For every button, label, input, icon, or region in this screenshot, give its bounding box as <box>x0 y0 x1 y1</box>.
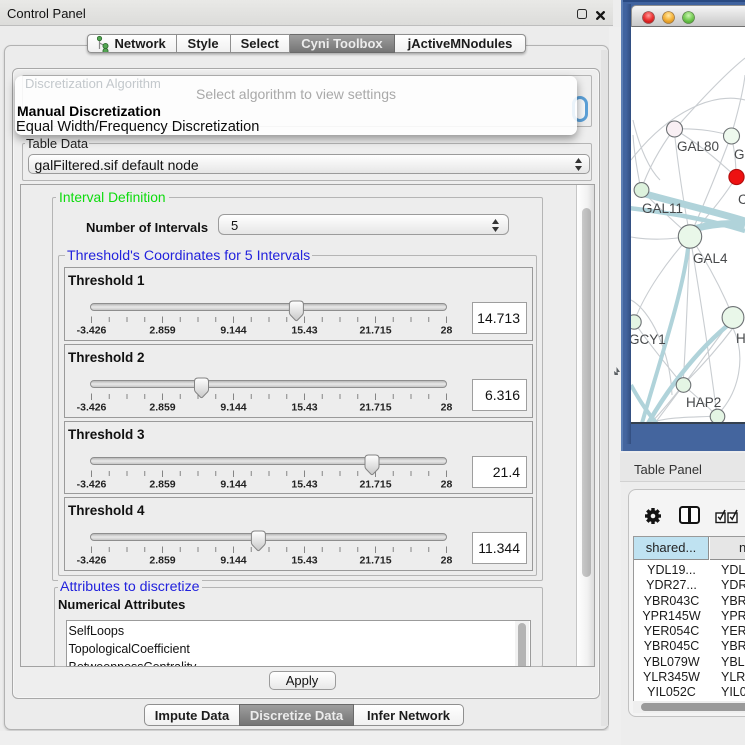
svg-text:C: C <box>738 192 745 207</box>
svg-text:HAP2: HAP2 <box>686 395 721 410</box>
svg-text:21.715: 21.715 <box>359 555 391 567</box>
svg-text:GCY1: GCY1 <box>631 332 666 347</box>
svg-text:-3.426: -3.426 <box>76 555 106 567</box>
svg-text:15.43: 15.43 <box>291 478 317 490</box>
svg-text:9.144: 9.144 <box>220 478 246 490</box>
svg-text:GAL4: GAL4 <box>693 251 728 266</box>
svg-text:2.859: 2.859 <box>149 325 175 337</box>
svg-text:G.: G. <box>734 147 745 162</box>
svg-text:-3.426: -3.426 <box>76 402 106 414</box>
svg-text:9.144: 9.144 <box>220 402 246 414</box>
svg-text:15.43: 15.43 <box>291 555 317 567</box>
svg-text:H: H <box>736 331 745 346</box>
svg-text:2.859: 2.859 <box>149 555 175 567</box>
svg-text:9.144: 9.144 <box>220 325 246 337</box>
svg-text:15.43: 15.43 <box>291 402 317 414</box>
svg-text:28: 28 <box>440 325 452 337</box>
svg-text:28: 28 <box>440 478 452 490</box>
svg-text:15.43: 15.43 <box>291 325 317 337</box>
svg-text:-3.426: -3.426 <box>76 325 106 337</box>
svg-text:28: 28 <box>440 402 452 414</box>
svg-text:9.144: 9.144 <box>220 555 246 567</box>
svg-text:28: 28 <box>440 555 452 567</box>
svg-text:GAL11: GAL11 <box>642 201 683 216</box>
svg-text:2.859: 2.859 <box>149 478 175 490</box>
svg-text:21.715: 21.715 <box>359 478 391 490</box>
svg-text:21.715: 21.715 <box>359 325 391 337</box>
svg-text:2.859: 2.859 <box>149 402 175 414</box>
svg-text:21.715: 21.715 <box>359 402 391 414</box>
svg-text:GAL80: GAL80 <box>677 139 719 154</box>
svg-text:-3.426: -3.426 <box>76 478 106 490</box>
